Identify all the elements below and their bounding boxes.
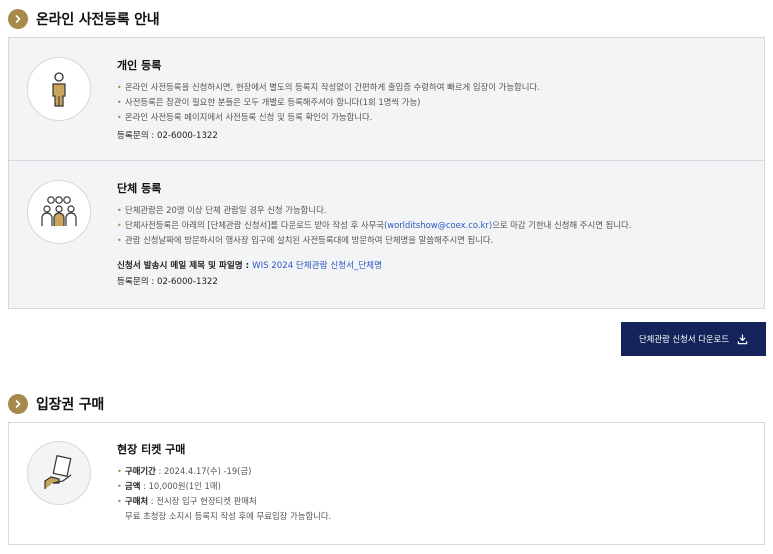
chevron-right-icon — [8, 9, 28, 29]
mail-subject-line: 신청서 발송시 메일 제목 및 파일명 : WIS 2024 단체관람 신청서_… — [117, 259, 631, 271]
download-icon — [737, 333, 748, 344]
ticket-details: 구매기간 : 2024.4.17(수) -19(금) 금액 : 10,000원(… — [117, 464, 331, 509]
group-heading: 단체 등록 — [117, 182, 162, 195]
detail-value: : 전시장 입구 현장티켓 판매처 — [148, 496, 257, 506]
email-link[interactable]: (worlditshow@coex.co.kr) — [384, 220, 492, 230]
detail-label: 금액 — [125, 481, 141, 491]
download-group-form-button[interactable]: 단체관람 신청서 다운로드 — [621, 322, 766, 356]
detail-label: 구매처 — [125, 496, 149, 506]
list-item: 금액 : 10,000원(1인 1매) — [117, 479, 331, 494]
detail-value: : 2024.4.17(수) -19(금) — [155, 466, 252, 476]
mail-label: 신청서 발송시 메일 제목 및 파일명 : — [117, 261, 253, 271]
detail-value: : 10,000원(1인 1매) — [140, 481, 221, 491]
bullet-text: 단체사전등록은 아래의 [단체관람 신청서]를 다운로드 받아 작성 후 사무국 — [125, 220, 384, 230]
person-icon-badge — [27, 57, 91, 121]
ticket-panel: 현장 티켓 구매 구매기간 : 2024.4.17(수) -19(금) 금액 :… — [8, 422, 765, 545]
list-item: 구매기간 : 2024.4.17(수) -19(금) — [117, 464, 331, 479]
individual-heading: 개인 등록 — [117, 59, 162, 72]
list-item: 관람 신청날짜에 방문하시어 행사장 입구에 설치된 사전등록대에 방문하여 단… — [117, 233, 631, 248]
list-item: 온라인 사전등록을 신청하시면, 현장에서 별도의 등록지 작성없이 간편하게 … — [117, 80, 540, 95]
section-title-ticket: 입장권 구매 — [8, 394, 104, 414]
free-entry-note: 무료 초청장 소지시 등록지 작성 후에 무료입장 가능합니다. — [125, 511, 332, 521]
ticket-heading: 현장 티켓 구매 — [117, 443, 186, 456]
individual-bullets: 온라인 사전등록을 신청하시면, 현장에서 별도의 등록지 작성없이 간편하게 … — [117, 80, 540, 125]
individual-registration: 개인 등록 온라인 사전등록을 신청하시면, 현장에서 별도의 등록지 작성없이… — [9, 38, 764, 161]
person-icon — [52, 72, 66, 107]
section-heading: 입장권 구매 — [36, 397, 105, 413]
group-registration: 단체 등록 단체관람은 20명 이상 단체 관람일 경우 신청 가능합니다. 단… — [9, 161, 764, 309]
list-item: 단체사전등록은 아래의 [단체관람 신청서]를 다운로드 받아 작성 후 사무국… — [117, 218, 631, 233]
section-title-online: 온라인 사전등록 안내 — [8, 9, 160, 29]
individual-contact: 등록문의 : 02-6000-1322 — [117, 131, 218, 141]
group-icon — [41, 196, 77, 226]
group-icon-badge — [27, 180, 91, 244]
list-item: 온라인 사전등록 페이지에서 사전등록 신청 및 등록 확인이 가능합니다. — [117, 110, 540, 125]
detail-label: 구매기간 — [125, 466, 156, 476]
bullet-text: 으로 마감 기한내 신청해 주시면 됩니다. — [492, 220, 632, 230]
mail-value: WIS 2024 단체관람 신청서_단체명 — [252, 261, 382, 271]
online-registration-panel: 개인 등록 온라인 사전등록을 신청하시면, 현장에서 별도의 등록지 작성없이… — [8, 37, 765, 309]
group-bullets: 단체관람은 20명 이상 단체 관람일 경우 신청 가능합니다. 단체사전등록은… — [117, 203, 631, 248]
section-heading: 온라인 사전등록 안내 — [36, 12, 160, 28]
list-item: 구매처 : 전시장 입구 현장티켓 판매처 — [117, 494, 331, 509]
group-contact: 등록문의 : 02-6000-1322 — [117, 277, 218, 287]
ticket-hand-icon — [44, 455, 72, 489]
list-item: 단체관람은 20명 이상 단체 관람일 경우 신청 가능합니다. — [117, 203, 631, 218]
list-item: 사전등록은 참관이 필요한 분들은 모두 개별로 등록해주셔야 합니다(1회 1… — [117, 95, 540, 110]
chevron-right-icon — [8, 394, 28, 414]
ticket-icon-badge — [27, 441, 91, 505]
group-content: 단체 등록 단체관람은 20명 이상 단체 관람일 경우 신청 가능합니다. 단… — [117, 180, 631, 287]
ticket-content: 현장 티켓 구매 구매기간 : 2024.4.17(수) -19(금) 금액 :… — [117, 441, 331, 524]
download-button-label: 단체관람 신청서 다운로드 — [638, 334, 730, 344]
individual-content: 개인 등록 온라인 사전등록을 신청하시면, 현장에서 별도의 등록지 작성없이… — [117, 57, 540, 141]
